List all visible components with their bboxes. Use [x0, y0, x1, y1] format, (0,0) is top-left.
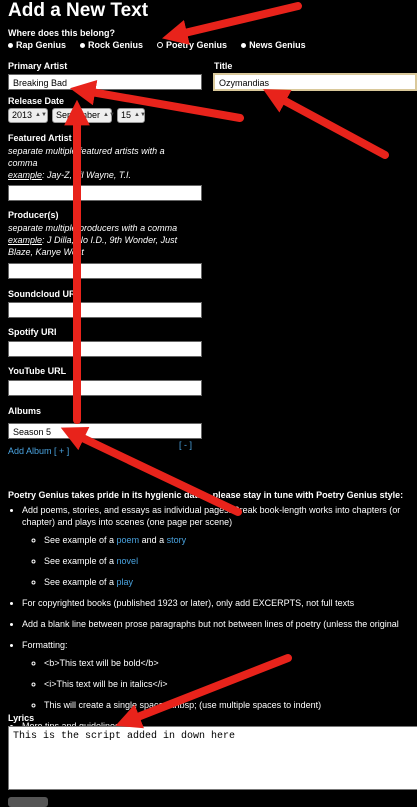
featured-artist-label: Featured Artist [8, 133, 72, 143]
featured-example-text: : Jay-Z, Lil Wayne, T.I. [42, 170, 132, 180]
radio-rap-genius[interactable]: Rap Genius [8, 40, 66, 50]
example-item: See example of a novel [44, 555, 417, 567]
play-link[interactable]: play [117, 577, 134, 587]
example-item: See example of a play [44, 576, 417, 588]
format-item: <b>This text will be bold</b> [44, 657, 417, 669]
albums-label: Albums [8, 406, 42, 416]
radio-poetry-genius[interactable]: Poetry Genius [157, 40, 227, 50]
release-year-select[interactable]: 2013 ▲▼ [8, 108, 48, 123]
release-day-select[interactable]: 15 ▲▼ [117, 108, 146, 123]
example-prefix: See example of a [44, 535, 117, 545]
add-album-link[interactable]: Add Album [ + ] [8, 446, 69, 456]
select-arrows-icon: ▲▼ [35, 112, 47, 118]
page-title: Add a New Text [8, 0, 149, 21]
guideline-item1-line1: Add poems, stories, and essays as indivi… [22, 505, 401, 515]
spotify-input[interactable] [8, 341, 202, 357]
album-input[interactable]: Season 5 [8, 423, 202, 439]
release-month-value: September [56, 110, 101, 120]
producer-hint-text: separate multiple producers with a comma [8, 223, 178, 233]
radio-news-genius[interactable]: News Genius [241, 40, 306, 50]
release-date-label: Release Date [8, 96, 65, 106]
guideline-item: Add a blank line between prose paragraph… [22, 618, 417, 630]
guideline-item: For copyrighted books (published 1923 or… [22, 597, 417, 609]
example-prefix: See example of a [44, 577, 117, 587]
release-day-value: 15 [121, 110, 132, 120]
title-label: Title [214, 61, 233, 71]
select-arrows-icon: ▲▼ [103, 112, 115, 118]
guideline-item: Formatting: <b>This text will be bold</b… [22, 639, 417, 711]
belong-question: Where does this belong? [8, 28, 116, 38]
example-prefix: See example of a [44, 556, 117, 566]
featured-hint-text: separate multiple featured artists with … [8, 146, 165, 168]
radio-label: News Genius [249, 40, 306, 50]
radio-dot-icon[interactable] [80, 42, 86, 48]
select-arrows-icon: ▲▼ [134, 112, 146, 118]
radio-dot-icon[interactable] [8, 42, 13, 48]
guideline-item1-line2: chapter) and plays into scenes (one page… [22, 517, 233, 527]
radio-label: Rock Genius [88, 40, 144, 50]
remove-album-link[interactable]: [ - ] [179, 440, 192, 450]
guideline-item: Add poems, stories, and essays as indivi… [22, 504, 417, 588]
guidelines-heading: Poetry Genius takes pride in its hygieni… [8, 490, 404, 500]
radio-rock-genius[interactable]: Rock Genius [80, 40, 143, 50]
format-item: <i>This text will be in italics</i> [44, 678, 417, 690]
producer-hint: separate multiple producers with a comma… [8, 222, 198, 258]
poem-link[interactable]: poem [117, 535, 140, 545]
featured-artist-hint: separate multiple featured artists with … [8, 145, 188, 181]
release-month-select[interactable]: September ▲▼ [52, 108, 115, 123]
style-guidelines: Poetry Genius takes pride in its hygieni… [8, 490, 417, 741]
novel-link[interactable]: novel [117, 556, 139, 566]
featured-artist-input[interactable] [8, 185, 202, 201]
soundcloud-input[interactable] [8, 302, 202, 318]
lyrics-label: Lyrics [8, 713, 35, 723]
soundcloud-label: Soundcloud URL [8, 289, 81, 299]
format-item: This will create a single space: &nbsp; … [44, 699, 417, 711]
arrow-icon [262, 89, 389, 159]
featured-example-label: example [8, 170, 43, 180]
youtube-input[interactable] [8, 380, 202, 396]
story-link[interactable]: story [167, 535, 187, 545]
title-input[interactable]: Ozymandias [213, 73, 417, 91]
primary-artist-label: Primary Artist [8, 61, 68, 71]
submit-button[interactable] [8, 797, 48, 807]
arrow-icon [162, 2, 302, 45]
example-item: See example of a poem and a story [44, 534, 417, 546]
spotify-label: Spotify URI [8, 327, 57, 337]
primary-artist-input[interactable]: Breaking Bad [8, 74, 202, 90]
radio-dot-icon[interactable] [157, 42, 164, 48]
lyrics-textarea[interactable]: This is the script added in down here [8, 726, 417, 790]
release-year-value: 2013 [12, 110, 33, 120]
youtube-label: YouTube URL [8, 366, 67, 376]
genre-radio-group: Rap Genius Rock Genius Poetry Genius New… [8, 40, 306, 50]
producer-label: Producer(s) [8, 210, 59, 220]
example-and: and a [139, 535, 167, 545]
formatting-label: Formatting: [22, 640, 68, 650]
radio-label: Poetry Genius [166, 40, 228, 50]
radio-dot-icon[interactable] [241, 42, 247, 48]
radio-label: Rap Genius [16, 40, 67, 50]
producer-example-label: example [8, 235, 43, 245]
producer-input[interactable] [8, 263, 202, 279]
